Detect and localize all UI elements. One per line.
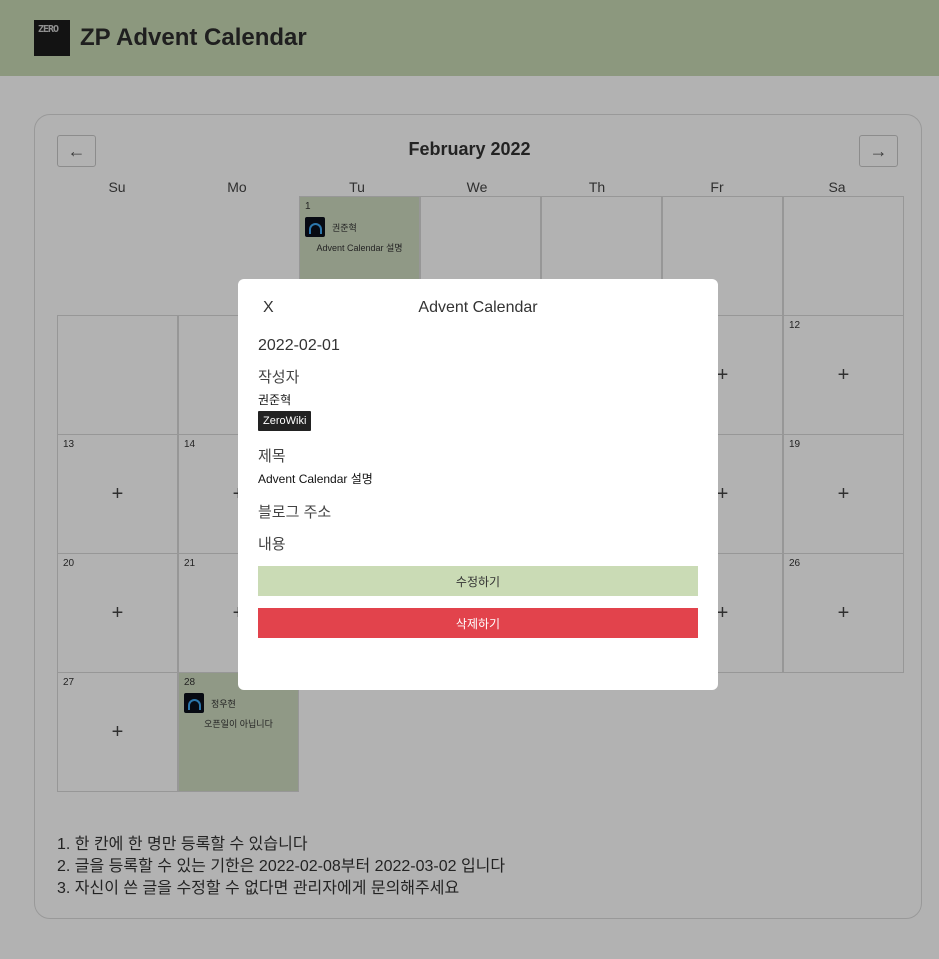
author-value: 권준혁: [258, 393, 292, 407]
modal-title: Advent Calendar: [418, 299, 538, 316]
author-label: 작성자: [258, 369, 300, 386]
title-label: 제목: [258, 448, 286, 465]
entry-modal: X Advent Calendar 2022-02-01 작성자 권준혁 Zer…: [238, 279, 718, 690]
title-value: Advent Calendar 설명: [258, 472, 373, 486]
delete-button[interactable]: 삭제하기: [258, 608, 698, 638]
group-badge: ZeroWiki: [258, 411, 312, 431]
content-label: 내용: [258, 536, 286, 553]
edit-button[interactable]: 수정하기: [258, 566, 698, 596]
blog-url-label: 블로그 주소: [258, 504, 332, 521]
entry-date: 2022-02-01: [258, 337, 340, 354]
